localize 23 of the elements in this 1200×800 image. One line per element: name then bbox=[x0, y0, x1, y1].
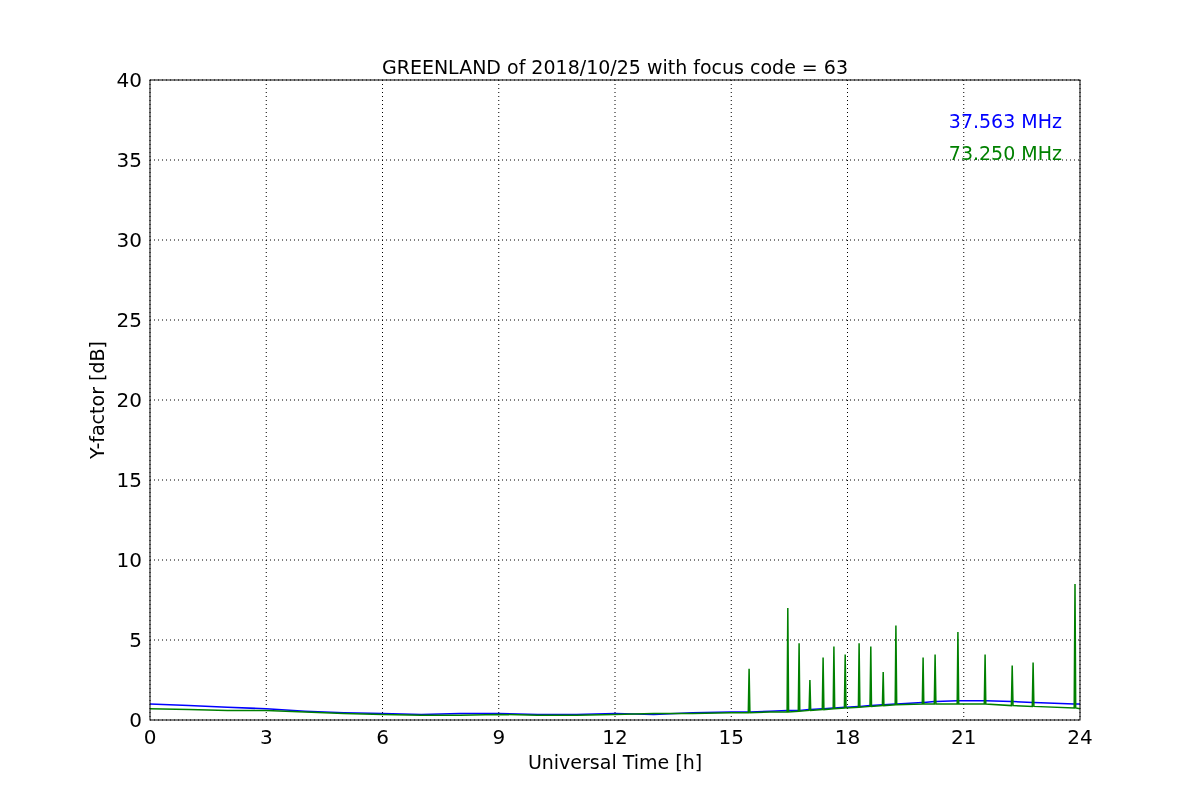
y-tick-label: 10 bbox=[116, 548, 142, 572]
x-tick-label: 12 bbox=[602, 725, 628, 749]
y-tick-label: 5 bbox=[129, 628, 142, 652]
y-tick-label: 15 bbox=[116, 468, 142, 492]
legend-label: 37.563 MHz bbox=[948, 110, 1062, 132]
y-tick-label: 40 bbox=[116, 68, 142, 92]
x-tick-label: 18 bbox=[834, 725, 861, 749]
chart-title: GREENLAND of 2018/10/25 with focus code = 63 bbox=[382, 56, 848, 78]
x-axis-label: Universal Time [h] bbox=[527, 751, 703, 773]
x-tick-label: 15 bbox=[718, 725, 744, 749]
y-axis-label: Y-factor [dB] bbox=[86, 341, 108, 459]
y-tick-label: 20 bbox=[116, 388, 142, 412]
x-tick-label: 9 bbox=[492, 725, 506, 749]
y-tick-label: 25 bbox=[116, 308, 142, 332]
y-tick-label: 35 bbox=[116, 148, 142, 172]
y-tick-label: 30 bbox=[116, 228, 142, 252]
legend-label: 73.250 MHz bbox=[948, 142, 1062, 164]
x-tick-label: 6 bbox=[376, 725, 389, 749]
x-tick-label: 0 bbox=[143, 725, 157, 749]
x-tick-label: 3 bbox=[259, 725, 273, 749]
x-tick-label: 21 bbox=[951, 725, 977, 749]
y-tick-label: 0 bbox=[129, 708, 142, 732]
x-tick-label: 24 bbox=[1067, 725, 1093, 749]
